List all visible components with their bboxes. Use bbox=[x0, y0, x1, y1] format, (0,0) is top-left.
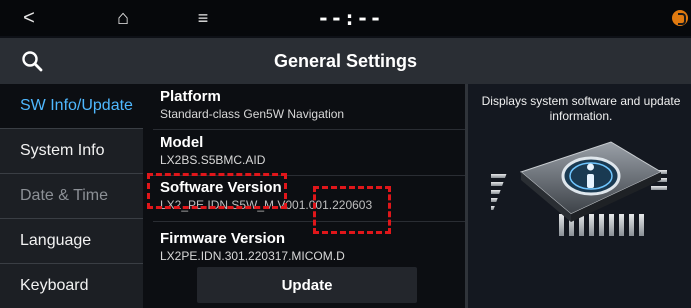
home-icon[interactable]: ⌂ bbox=[100, 0, 146, 36]
model-label: Model bbox=[160, 134, 204, 151]
info-description: Displays system software and update info… bbox=[481, 94, 681, 123]
list-item: Platform Standard-class Gen5W Navigation bbox=[160, 88, 460, 121]
search-icon bbox=[22, 51, 43, 72]
settings-sidebar: SW Info/Update System Info Date & Time L… bbox=[0, 84, 143, 308]
page-header: General Settings bbox=[0, 38, 691, 84]
sidebar-item-language[interactable]: Language bbox=[0, 219, 143, 263]
search-button[interactable] bbox=[0, 38, 64, 84]
platform-value: Standard-class Gen5W Navigation bbox=[160, 107, 345, 121]
menu-icon[interactable]: ≡ bbox=[183, 0, 223, 36]
model-value: LX2BS.S5BMC.AID bbox=[160, 153, 266, 167]
sidebar-item-system-info[interactable]: System Info bbox=[0, 129, 143, 173]
software-version-highlight bbox=[147, 173, 287, 209]
firmware-version-value: LX2PE.IDN.301.220317.MICOM.D bbox=[160, 249, 345, 263]
list-item: Firmware Version LX2PE.IDN.301.220317.MI… bbox=[160, 230, 460, 263]
divider bbox=[153, 129, 465, 130]
divider bbox=[153, 221, 465, 222]
platform-label: Platform bbox=[160, 88, 221, 105]
sidebar-item-date-time: Date & Time bbox=[20, 187, 109, 204]
sidebar-item-sw-info-update[interactable]: SW Info/Update bbox=[0, 84, 143, 128]
settings-screen: < ⌂ ≡ --:-- General Settings SW Info/Upd… bbox=[0, 0, 691, 308]
info-panel: Displays system software and update info… bbox=[468, 84, 691, 308]
page-title: General Settings bbox=[273, 51, 418, 71]
update-button[interactable]: Update bbox=[197, 267, 417, 303]
notification-icon[interactable] bbox=[672, 10, 688, 26]
back-icon[interactable]: < bbox=[6, 0, 52, 36]
chip-info-icon bbox=[491, 141, 667, 236]
list-item: Model LX2BS.S5BMC.AID bbox=[160, 134, 460, 167]
clock-display: --:-- bbox=[317, 6, 383, 30]
firmware-version-label: Firmware Version bbox=[160, 230, 286, 247]
version-date-highlight bbox=[313, 186, 391, 234]
sidebar-item-keyboard[interactable]: Keyboard bbox=[0, 264, 143, 308]
status-bar: < ⌂ ≡ --:-- bbox=[0, 0, 691, 36]
